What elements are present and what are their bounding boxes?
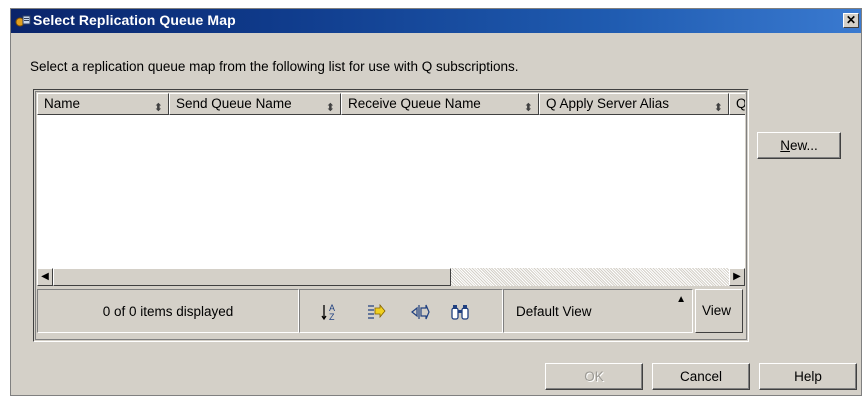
arrow-right-icon: ▶ bbox=[733, 271, 741, 282]
select-replication-queue-map-dialog: Select Replication Queue Map ✕ Select a … bbox=[10, 8, 862, 396]
queue-map-icon bbox=[15, 15, 31, 27]
view-button[interactable]: View bbox=[695, 289, 743, 333]
sort-toggle-icon: ⬍ bbox=[153, 102, 163, 114]
horizontal-scrollbar[interactable]: ◀ ▶ bbox=[37, 268, 745, 286]
column-header-q-apply-server-alias[interactable]: Q Apply Server Alias ⬍ bbox=[539, 93, 729, 115]
chevron-up-icon: ▲ bbox=[676, 294, 686, 305]
column-header-row: Name ⬍ Send Queue Name ⬍ Receive Queue N… bbox=[37, 93, 745, 115]
sort-toggle-icon: ⬍ bbox=[713, 102, 723, 114]
cancel-button[interactable]: Cancel bbox=[652, 363, 750, 390]
scroll-left-button[interactable]: ◀ bbox=[37, 268, 53, 286]
list-toolbar: A Z bbox=[299, 289, 503, 333]
column-header-truncated[interactable]: Q bbox=[729, 93, 745, 115]
scroll-track[interactable] bbox=[451, 268, 729, 286]
instruction-text: Select a replication queue map from the … bbox=[30, 59, 519, 74]
queue-map-list: Name ⬍ Send Queue Name ⬍ Receive Queue N… bbox=[33, 89, 749, 342]
dialog-title: Select Replication Queue Map bbox=[33, 12, 236, 28]
ok-button[interactable]: OK bbox=[545, 363, 643, 390]
close-icon: ✕ bbox=[845, 13, 857, 27]
column-header-send-queue-name[interactable]: Send Queue Name ⬍ bbox=[169, 93, 341, 115]
arrow-left-icon: ◀ bbox=[41, 271, 49, 282]
scroll-thumb[interactable] bbox=[53, 268, 451, 286]
list-status-bar: 0 of 0 items displayed A Z Default View … bbox=[37, 287, 745, 339]
view-select[interactable]: Default View ▲ bbox=[503, 289, 693, 333]
items-count-panel: 0 of 0 items displayed bbox=[37, 289, 299, 333]
items-displayed-text: 0 of 0 items displayed bbox=[102, 304, 234, 319]
new-button[interactable]: New... bbox=[757, 132, 841, 159]
filter-icon[interactable] bbox=[366, 302, 386, 322]
title-bar[interactable]: Select Replication Queue Map ✕ bbox=[11, 9, 861, 33]
column-header-name[interactable]: Name ⬍ bbox=[37, 93, 169, 115]
svg-text:Z: Z bbox=[329, 312, 335, 322]
list-body[interactable]: Name ⬍ Send Queue Name ⬍ Receive Queue N… bbox=[37, 93, 745, 268]
view-selected-value: Default View bbox=[516, 304, 592, 319]
column-header-receive-queue-name[interactable]: Receive Queue Name ⬍ bbox=[341, 93, 539, 115]
close-button[interactable]: ✕ bbox=[843, 13, 859, 28]
sort-toggle-icon: ⬍ bbox=[523, 102, 533, 114]
sort-toggle-icon: ⬍ bbox=[325, 102, 335, 114]
scroll-right-button[interactable]: ▶ bbox=[729, 268, 745, 286]
columns-icon[interactable] bbox=[410, 302, 430, 322]
help-button[interactable]: Help bbox=[759, 363, 857, 390]
sort-icon[interactable]: A Z bbox=[320, 302, 340, 322]
find-icon[interactable] bbox=[450, 302, 470, 322]
